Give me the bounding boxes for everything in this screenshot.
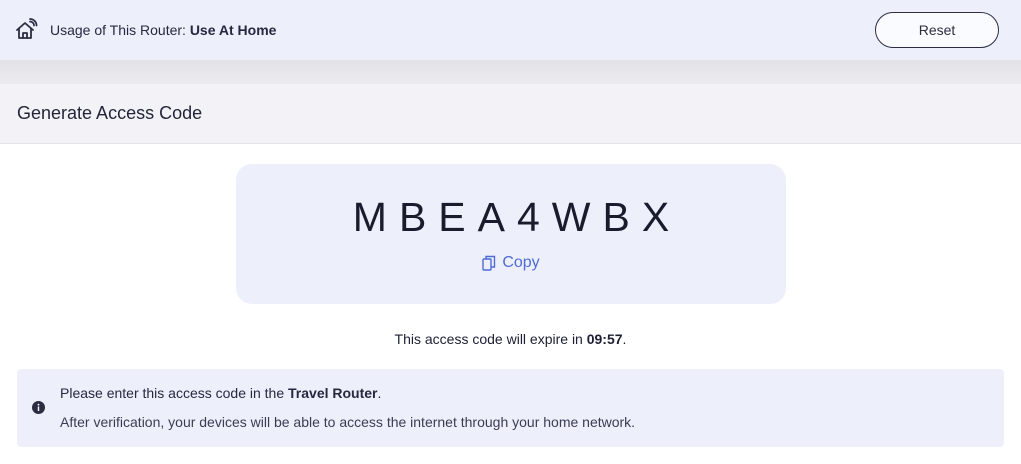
content-area: MBEA4WBX Copy This access code will expi… bbox=[0, 144, 1021, 464]
usage-value: Use At Home bbox=[189, 22, 277, 38]
section-divider bbox=[0, 60, 1021, 84]
access-code-card: MBEA4WBX Copy bbox=[236, 164, 786, 304]
copy-button[interactable]: Copy bbox=[236, 254, 786, 272]
expiry-suffix: . bbox=[622, 331, 627, 347]
info-line-1: Please enter this access code in the Tra… bbox=[60, 385, 381, 401]
info-icon bbox=[32, 401, 45, 414]
expiry-time: 09:57 bbox=[586, 331, 623, 347]
info-box: Please enter this access code in the Tra… bbox=[17, 369, 1004, 447]
access-code: MBEA4WBX bbox=[352, 194, 682, 240]
router-usage: Usage of This Router: Use At Home bbox=[14, 18, 276, 42]
copy-label: Copy bbox=[502, 254, 540, 271]
expiry-text: This access code will expire in 09:57. bbox=[0, 331, 1021, 347]
info-line-1-suffix: . bbox=[377, 385, 382, 401]
travel-router-label: Travel Router bbox=[288, 385, 378, 401]
reset-button[interactable]: Reset bbox=[875, 12, 999, 48]
usage-label: Usage of This Router: bbox=[50, 22, 186, 38]
top-bar: Usage of This Router: Use At Home Reset bbox=[0, 0, 1021, 60]
section-title: Generate Access Code bbox=[17, 103, 203, 123]
info-line-2: After verification, your devices will be… bbox=[60, 414, 636, 430]
section-header: Generate Access Code bbox=[0, 84, 1021, 144]
copy-icon bbox=[482, 255, 496, 271]
info-line-1-prefix: Please enter this access code in the bbox=[60, 385, 285, 401]
expiry-prefix: This access code will expire in bbox=[394, 331, 583, 347]
home-wifi-icon bbox=[14, 18, 38, 42]
